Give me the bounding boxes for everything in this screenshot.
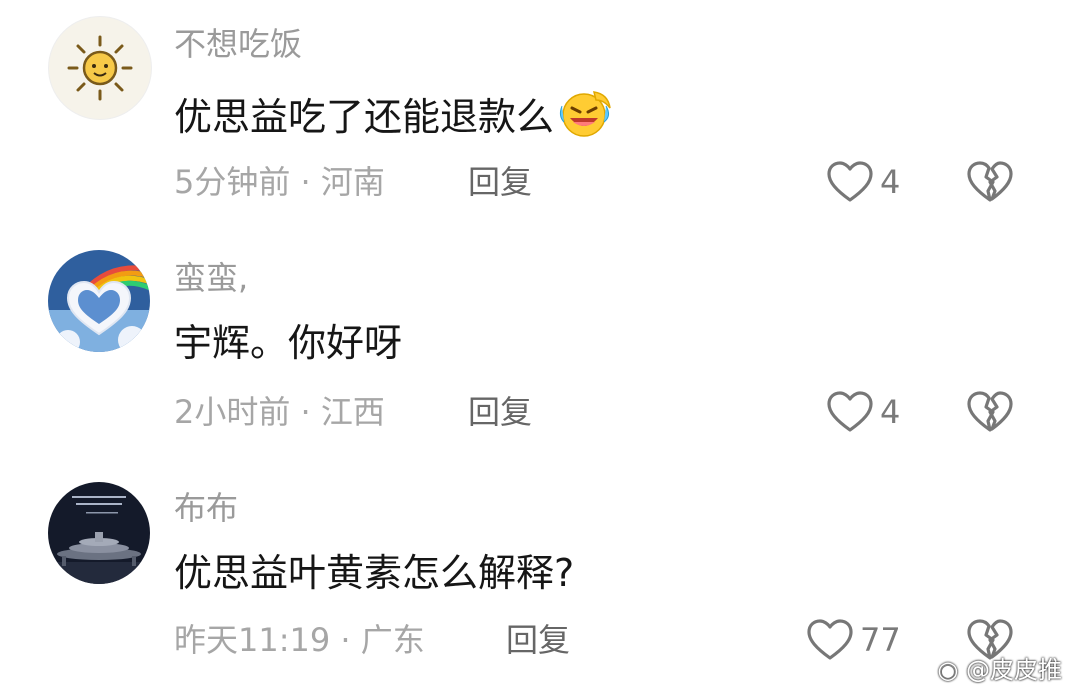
- broken-heart-icon[interactable]: [966, 390, 1014, 434]
- username[interactable]: 蛮蛮,: [174, 262, 248, 294]
- timestamp: 2小时前: [174, 393, 291, 431]
- timestamp: 昨天11:19: [174, 621, 331, 659]
- comment-meta: 昨天11:19 · 广东: [174, 624, 425, 656]
- avatar[interactable]: [48, 250, 150, 352]
- location: 广东: [360, 621, 425, 659]
- weibo-logo-icon: ◉: [937, 656, 959, 684]
- reply-button[interactable]: 回复: [468, 396, 532, 428]
- comment-meta: 5分钟前 · 河南: [174, 166, 385, 198]
- watermark: ◉ @皮皮推: [937, 650, 1062, 685]
- comment-meta: 2小时前 · 江西: [174, 396, 385, 428]
- timestamp: 5分钟前: [174, 163, 291, 201]
- heart-outline-icon[interactable]: [826, 390, 874, 434]
- like-count: 77: [860, 621, 901, 659]
- meta-separator: ·: [340, 621, 351, 659]
- comment-text: 优思益吃了还能退款么: [174, 88, 614, 144]
- heart-outline-icon[interactable]: [806, 618, 854, 662]
- sun-doodle-icon: [67, 35, 133, 101]
- username[interactable]: 布布: [174, 492, 238, 524]
- broken-heart-icon[interactable]: [966, 160, 1014, 204]
- location: 江西: [320, 393, 385, 431]
- watermark-text: @皮皮推: [966, 656, 1062, 684]
- reply-button[interactable]: 回复: [468, 166, 532, 198]
- like-count: 4: [880, 393, 901, 431]
- avatar[interactable]: [48, 16, 152, 120]
- location: 河南: [320, 163, 385, 201]
- comment-text: 优思益叶黄素怎么解释?: [174, 551, 575, 595]
- laughing-tears-emoji-icon: [556, 88, 614, 144]
- night-tower-icon: [48, 482, 150, 584]
- meta-separator: ·: [300, 393, 311, 431]
- comment-text-body: 优思益吃了还能退款么: [174, 95, 555, 139]
- comment-item: 蛮蛮, 宇辉。你好呀 2小时前 · 江西 回复 4: [0, 232, 1070, 462]
- meta-separator: ·: [300, 163, 311, 201]
- comment-item: 布布 优思益叶黄素怎么解释? 昨天11:19 · 广东 回复 77: [0, 464, 1070, 694]
- heart-outline-icon[interactable]: [826, 160, 874, 204]
- rainbow-heart-cloud-icon: [48, 250, 150, 352]
- username[interactable]: 不想吃饭: [174, 28, 302, 60]
- avatar[interactable]: [48, 482, 150, 584]
- reply-button[interactable]: 回复: [506, 624, 570, 656]
- comment-item: 不想吃饭 优思益吃了还能退款么 5分钟前 · 河南 回复 4: [0, 0, 1070, 230]
- comment-text: 宇辉。你好呀: [174, 321, 403, 365]
- like-count: 4: [880, 163, 901, 201]
